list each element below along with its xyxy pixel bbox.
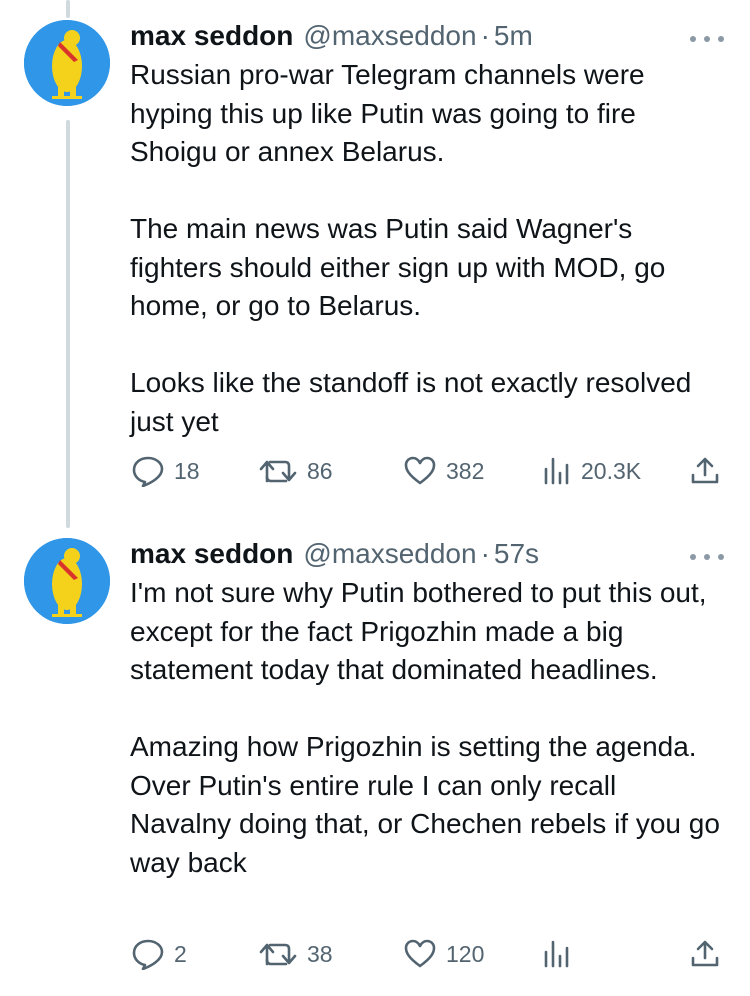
more-dots-icon[interactable] <box>690 34 724 44</box>
tweet-paragraph: Looks like the standoff is not exactly r… <box>130 367 692 437</box>
reply-button[interactable]: 18 <box>131 451 200 491</box>
reply-count: 18 <box>174 457 200 484</box>
tweet-paragraph: The main news was Putin said Wagner's fi… <box>130 213 666 321</box>
action-bar: 18 86 382 20.3K <box>0 451 750 491</box>
like-count: 120 <box>446 940 485 967</box>
retweet-icon <box>259 943 297 966</box>
tweet-paragraph: I'm not sure why Putin bothered to put t… <box>130 577 707 685</box>
author-handle[interactable]: @maxseddon <box>303 538 476 570</box>
reply-icon <box>132 939 164 970</box>
tweet-1[interactable]: max seddon @maxseddon · 5m Russian pro-w… <box>0 20 750 500</box>
share-icon <box>691 940 719 967</box>
like-button[interactable]: 120 <box>403 934 484 974</box>
heart-icon <box>404 456 436 485</box>
tweet-header: max seddon @maxseddon · 5m <box>130 20 533 56</box>
separator-dot: · <box>480 538 490 569</box>
reply-button[interactable]: 2 <box>131 934 187 974</box>
views-icon <box>544 940 569 968</box>
retweet-button[interactable]: 38 <box>258 934 333 974</box>
more-dots-icon[interactable] <box>690 552 724 562</box>
share-button[interactable] <box>689 451 721 491</box>
share-icon <box>691 457 719 484</box>
reply-count: 2 <box>174 940 187 967</box>
author-handle[interactable]: @maxseddon <box>303 20 476 52</box>
avatar[interactable] <box>24 538 110 624</box>
reply-icon <box>132 456 164 487</box>
like-count: 382 <box>446 457 485 484</box>
retweet-button[interactable]: 86 <box>258 451 333 491</box>
views-button[interactable] <box>542 934 572 974</box>
views-button[interactable]: 20.3K <box>542 451 641 491</box>
tweet-text: I'm not sure why Putin bothered to put t… <box>130 574 720 882</box>
share-button[interactable] <box>689 934 721 974</box>
tweet-header: max seddon @maxseddon · 57s <box>130 538 539 574</box>
separator-dot: · <box>480 20 490 51</box>
view-count: 20.3K <box>581 457 642 484</box>
heart-icon <box>404 939 436 968</box>
views-icon <box>544 457 569 485</box>
bear-emblem-icon <box>24 20 110 106</box>
retweet-count: 38 <box>307 940 333 967</box>
avatar[interactable] <box>24 20 110 106</box>
tweet-text: Russian pro-war Telegram channels were h… <box>130 56 720 441</box>
retweet-count: 86 <box>307 457 333 484</box>
tweet-paragraph: Amazing how Prigozhin is setting the age… <box>130 731 720 878</box>
tweet-2[interactable]: max seddon @maxseddon · 57s I'm not sure… <box>0 538 750 988</box>
timestamp[interactable]: 5m <box>494 20 533 52</box>
action-bar: 2 38 120 <box>0 934 750 974</box>
bear-emblem-icon <box>24 538 110 624</box>
author-name[interactable]: max seddon <box>130 20 293 52</box>
thread-line-top <box>66 0 70 18</box>
like-button[interactable]: 382 <box>403 451 484 491</box>
retweet-icon <box>259 460 297 483</box>
tweet-paragraph: Russian pro-war Telegram channels were h… <box>130 59 645 167</box>
author-name[interactable]: max seddon <box>130 538 293 570</box>
timestamp[interactable]: 57s <box>494 538 539 570</box>
